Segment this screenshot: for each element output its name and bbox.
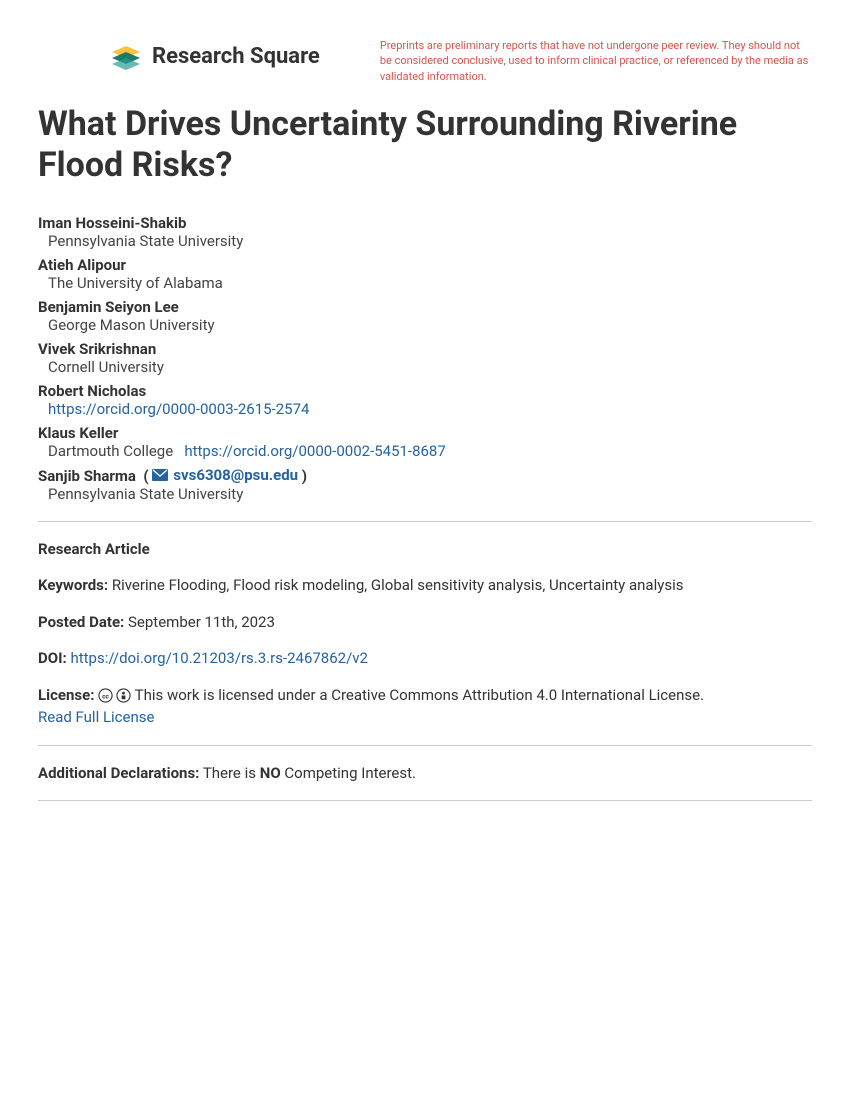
svg-text:cc: cc bbox=[102, 693, 109, 701]
divider bbox=[38, 800, 812, 801]
declarations-row: Additional Declarations: There is NO Com… bbox=[38, 762, 812, 785]
author-name: Benjamin Seiyon Lee bbox=[38, 298, 812, 316]
author: Sanjib Sharma ( svs6308@psu.edu ) Pennsy… bbox=[38, 466, 812, 503]
metadata-section: Research Article Keywords: Riverine Floo… bbox=[38, 538, 812, 802]
declarations-suffix: Competing Interest. bbox=[284, 764, 416, 782]
affiliation-text: Dartmouth College bbox=[48, 442, 173, 460]
author-affiliation: Cornell University bbox=[38, 358, 812, 376]
email-container: svs6308@psu.edu bbox=[152, 466, 298, 484]
license-label: License: bbox=[38, 686, 94, 704]
cc-by-icon bbox=[116, 688, 131, 703]
declarations-label: Additional Declarations: bbox=[38, 764, 199, 782]
preprint-disclaimer: Preprints are preliminary reports that h… bbox=[380, 38, 812, 84]
author-name: Robert Nicholas bbox=[38, 382, 812, 400]
divider bbox=[38, 745, 812, 746]
posted-date: September 11th, 2023 bbox=[128, 613, 275, 631]
orcid-link[interactable]: https://orcid.org/0000-0002-5451-8687 bbox=[184, 442, 445, 460]
orcid-link[interactable]: https://orcid.org/0000-0003-2615-2574 bbox=[48, 400, 309, 418]
author-name: Vivek Srikrishnan bbox=[38, 340, 812, 358]
author: Robert Nicholas https://orcid.org/0000-0… bbox=[38, 382, 812, 418]
doi-label: DOI: bbox=[38, 649, 67, 667]
mail-icon bbox=[152, 469, 168, 481]
keywords-label: Keywords: bbox=[38, 576, 108, 594]
author-orcid: https://orcid.org/0000-0003-2615-2574 bbox=[38, 400, 812, 418]
article-type: Research Article bbox=[38, 538, 812, 561]
doi-link[interactable]: https://doi.org/10.21203/rs.3.rs-2467862… bbox=[70, 649, 368, 667]
author: Iman Hosseini-Shakib Pennsylvania State … bbox=[38, 214, 812, 250]
author-affiliation: Pennsylvania State University bbox=[38, 232, 812, 250]
author-name: Sanjib Sharma ( svs6308@psu.edu ) bbox=[38, 466, 812, 485]
cc-icons: cc bbox=[98, 688, 131, 703]
cc-icon: cc bbox=[98, 688, 113, 703]
author-name: Klaus Keller bbox=[38, 424, 812, 442]
posted-label: Posted Date: bbox=[38, 613, 124, 631]
author: Klaus Keller Dartmouth College https://o… bbox=[38, 424, 812, 460]
logo: Research Square bbox=[108, 38, 320, 74]
keywords-value: Riverine Flooding, Flood risk modeling, … bbox=[112, 576, 684, 594]
header: Research Square Preprints are preliminar… bbox=[38, 38, 812, 84]
posted-date-row: Posted Date: September 11th, 2023 bbox=[38, 611, 812, 634]
author-affiliation: The University of Alabama bbox=[38, 274, 812, 292]
license-text: This work is licensed under a Creative C… bbox=[135, 686, 704, 704]
license-row: License: cc This work is licensed under … bbox=[38, 684, 812, 729]
author: Benjamin Seiyon Lee George Mason Univers… bbox=[38, 298, 812, 334]
license-link[interactable]: Read Full License bbox=[38, 708, 154, 726]
declarations-prefix: There is bbox=[203, 764, 256, 782]
research-square-logo-icon bbox=[108, 38, 144, 74]
author-name: Atieh Alipour bbox=[38, 256, 812, 274]
author-name: Iman Hosseini-Shakib bbox=[38, 214, 812, 232]
author-name-text: Sanjib Sharma bbox=[38, 467, 136, 485]
email-link[interactable]: svs6308@psu.edu bbox=[173, 466, 298, 484]
author: Vivek Srikrishnan Cornell University bbox=[38, 340, 812, 376]
author-affiliation: Pennsylvania State University bbox=[38, 485, 812, 503]
doi-row: DOI: https://doi.org/10.21203/rs.3.rs-24… bbox=[38, 647, 812, 670]
keywords-row: Keywords: Riverine Flooding, Flood risk … bbox=[38, 574, 812, 597]
logo-text: Research Square bbox=[152, 44, 320, 69]
author-affiliation: George Mason University bbox=[38, 316, 812, 334]
authors-list: Iman Hosseini-Shakib Pennsylvania State … bbox=[38, 214, 812, 503]
divider bbox=[38, 521, 812, 522]
author-affiliation: Dartmouth College https://orcid.org/0000… bbox=[38, 442, 812, 460]
author: Atieh Alipour The University of Alabama bbox=[38, 256, 812, 292]
paper-title: What Drives Uncertainty Surrounding Rive… bbox=[38, 104, 812, 186]
declarations-no: NO bbox=[260, 764, 281, 782]
